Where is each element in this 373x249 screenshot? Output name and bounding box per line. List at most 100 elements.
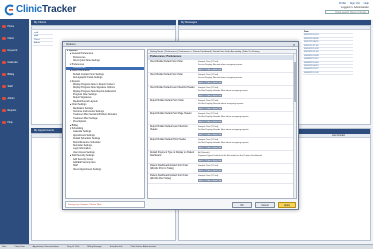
tree-item[interactable]: Client Appointment Settings [66, 169, 144, 172]
ok-button[interactable]: OK [232, 202, 252, 208]
clinictracker-logo-mark-icon [4, 4, 15, 16]
cancel-button[interactable]: Cancel [255, 202, 275, 208]
configure-button[interactable]: Configure (Site->User) [198, 178, 222, 183]
preference-row: Patient Dashboard Default Sort Order (Mo… [148, 174, 296, 184]
preference-label: Report Builder Default Sort Order [150, 100, 184, 102]
preference-label: Report Builder Default Sort Page Header [150, 113, 192, 115]
preference-label: Patient Dashboard Default Sort Order (Mo… [150, 165, 189, 170]
preference-row: Report Builder Default Print Header Sampl… [148, 138, 296, 151]
sidebar-item-label: Admin [7, 97, 15, 100]
header-link-signout[interactable]: Sign Out [350, 2, 360, 5]
sidebar-item[interactable]: Help [0, 117, 29, 128]
preference-description: Sample Text (X Pref): Do Not Display Hea… [198, 139, 250, 144]
close-icon[interactable]: ✕ [292, 43, 296, 47]
configure-button[interactable]: Configure (Site->User) [198, 106, 222, 111]
preference-row: Client Builder Default Sort Order Sample … [148, 60, 296, 73]
preference-row: Client Builder Default Sort Order Sample … [148, 73, 296, 86]
taskbar: Start Client Data Appointment Documentatio… [0, 244, 373, 249]
header-right: Profile Sign Out Help Logged in: Adminis… [325, 2, 369, 14]
breadcrumb: Setting Name | Preferences | Preferences… [148, 50, 296, 54]
sidebar-nav-icon [2, 60, 6, 65]
sidebar-item-label: Client [7, 37, 14, 40]
configure-button[interactable]: Configure (Site->User) [198, 67, 222, 72]
sidebar-nav-icon [2, 120, 6, 125]
sidebar-item[interactable]: Keyword [0, 45, 29, 56]
configure-button[interactable]: Configure (Site->User) [198, 132, 222, 137]
taskbar-item[interactable]: Drag Or Click [67, 246, 79, 248]
configure-button[interactable]: Configure (Site->User) [198, 158, 222, 163]
preference-description: All (Default) Payment Types Default to B… [198, 152, 262, 157]
preference-label: Patient Dashboard Default Sort Order (Mo… [150, 175, 189, 180]
preference-description: Sample Text (X Pref): [198, 165, 219, 167]
preference-description: Sample Text (X Pref): Do Not Display Hea… [198, 87, 249, 92]
preference-label: Client Builder Default Sort Order [150, 74, 183, 76]
header-link-help[interactable]: Help [364, 2, 369, 5]
preferences-content: Setting Name | Preferences | Preferences… [147, 49, 297, 199]
sidebar-nav-icon [2, 72, 6, 77]
contacts-column-header[interactable]: Last Contact [330, 134, 370, 137]
preference-description: Sample Text (X Pref): Do Not Display Rec… [198, 100, 244, 105]
sidebar-item[interactable]: Staff [0, 81, 29, 92]
sidebar-nav-icon [2, 36, 6, 41]
sidebar-item-label: Home [7, 25, 15, 28]
sidebar-item-label: Billing [7, 73, 15, 76]
preference-description: Sample Text (X Pref): [198, 175, 219, 177]
preference-description: Sample Text (X Pref): Do Not Display Hea… [198, 126, 250, 131]
sidebar-item-label: Staff [7, 85, 13, 88]
app-header: ClinicTracker Profile Sign Out Help Logg… [0, 0, 373, 19]
messages-panel-toolbar [179, 26, 370, 30]
sidebar-nav-icon [2, 84, 6, 89]
configure-button[interactable]: Configure (Site->User) [198, 93, 222, 98]
configure-button[interactable]: Configure (Site->User) [198, 145, 222, 150]
sidebar-nav-icon [2, 24, 6, 29]
preferences-scrollbar[interactable] [293, 54, 296, 198]
sidebar-item[interactable]: Billing [0, 69, 29, 80]
start-button[interactable]: Start [2, 246, 6, 248]
global-search-input[interactable]: Quick search Client or Group... [325, 9, 369, 14]
status-message: Saving any Changes, Please Wait... [65, 201, 145, 208]
preference-label: Client Builder Default Last Checklist He… [150, 87, 195, 89]
client-list-item[interactable]: Admin [33, 42, 53, 46]
preference-label: Report Builder Default Print Header [150, 139, 187, 141]
preference-label: Default Payment Type to Display on Patie… [150, 152, 195, 157]
scrollbar-thumb[interactable] [294, 62, 296, 102]
options-dialog-title: Options [66, 42, 76, 46]
options-dialog-titlebar: Options ✕ [63, 42, 298, 47]
taskbar-item[interactable]: Schedule Info [110, 246, 123, 248]
sidebar-item-label: Help [7, 121, 13, 124]
configure-button[interactable]: Configure (Site->User) [198, 168, 222, 173]
header-link-profile[interactable]: Profile [339, 2, 346, 5]
preference-description: Sample Text (X Pref): Do not Display Rec… [198, 74, 243, 79]
preference-label: Report Builder Default Last Checklist He… [150, 126, 188, 131]
sidebar: Home Client Keyword Calendar Billing Staff Adm… [0, 19, 29, 244]
preference-row: Report Builder Default Sort Page Header S… [148, 112, 296, 125]
sidebar-item-label: Reports [7, 109, 17, 112]
sidebar-nav-icon [2, 96, 6, 101]
preference-label: Client Builder Default Sort Order [150, 61, 183, 63]
preference-row: Report Builder Default Sort Order Sample … [148, 99, 296, 112]
sidebar-item[interactable]: Reports [0, 105, 29, 116]
clinictracker-logo[interactable]: ClinicTracker [4, 3, 76, 16]
configure-button[interactable]: Configure (Site->User) [198, 80, 222, 85]
taskbar-item[interactable]: Appointment Documentation [33, 246, 59, 248]
taskbar-item[interactable]: Client Data [14, 246, 24, 248]
sidebar-item-label: Keyword [7, 49, 18, 52]
sidebar-item[interactable]: Admin [0, 93, 29, 104]
configure-button[interactable]: Configure (Site->User) [198, 119, 222, 124]
preference-row: Report Builder Default Last Checklist He… [148, 125, 296, 138]
user-line: Logged in: Administrator [341, 5, 369, 9]
preference-row: Client Builder Default Last Checklist He… [148, 86, 296, 99]
sidebar-item[interactable]: Home [0, 21, 29, 32]
taskbar-item[interactable]: ClinicTracker Administration [130, 246, 156, 248]
message-date[interactable]: 05/03/23 12:02 [303, 72, 353, 76]
sidebar-item[interactable]: Client [0, 33, 29, 44]
sidebar-item[interactable]: Calendar [0, 57, 29, 68]
options-dialog: Options ✕ ▾ Options ▸ General Preferences… [62, 41, 299, 210]
preference-row: Patient Dashboard Default Sort Order (Mo… [148, 164, 296, 174]
options-tree: ▾ Options ▸ General Preferences Preference… [65, 49, 145, 199]
clients-panel-toolbar [32, 26, 175, 30]
apply-button[interactable]: Apply [278, 202, 296, 208]
taskbar-item[interactable]: Billing Manager [87, 246, 101, 248]
sidebar-nav-icon [2, 48, 6, 53]
preference-description: Sample Text (X Pref): Do not Display Rec… [198, 61, 243, 66]
